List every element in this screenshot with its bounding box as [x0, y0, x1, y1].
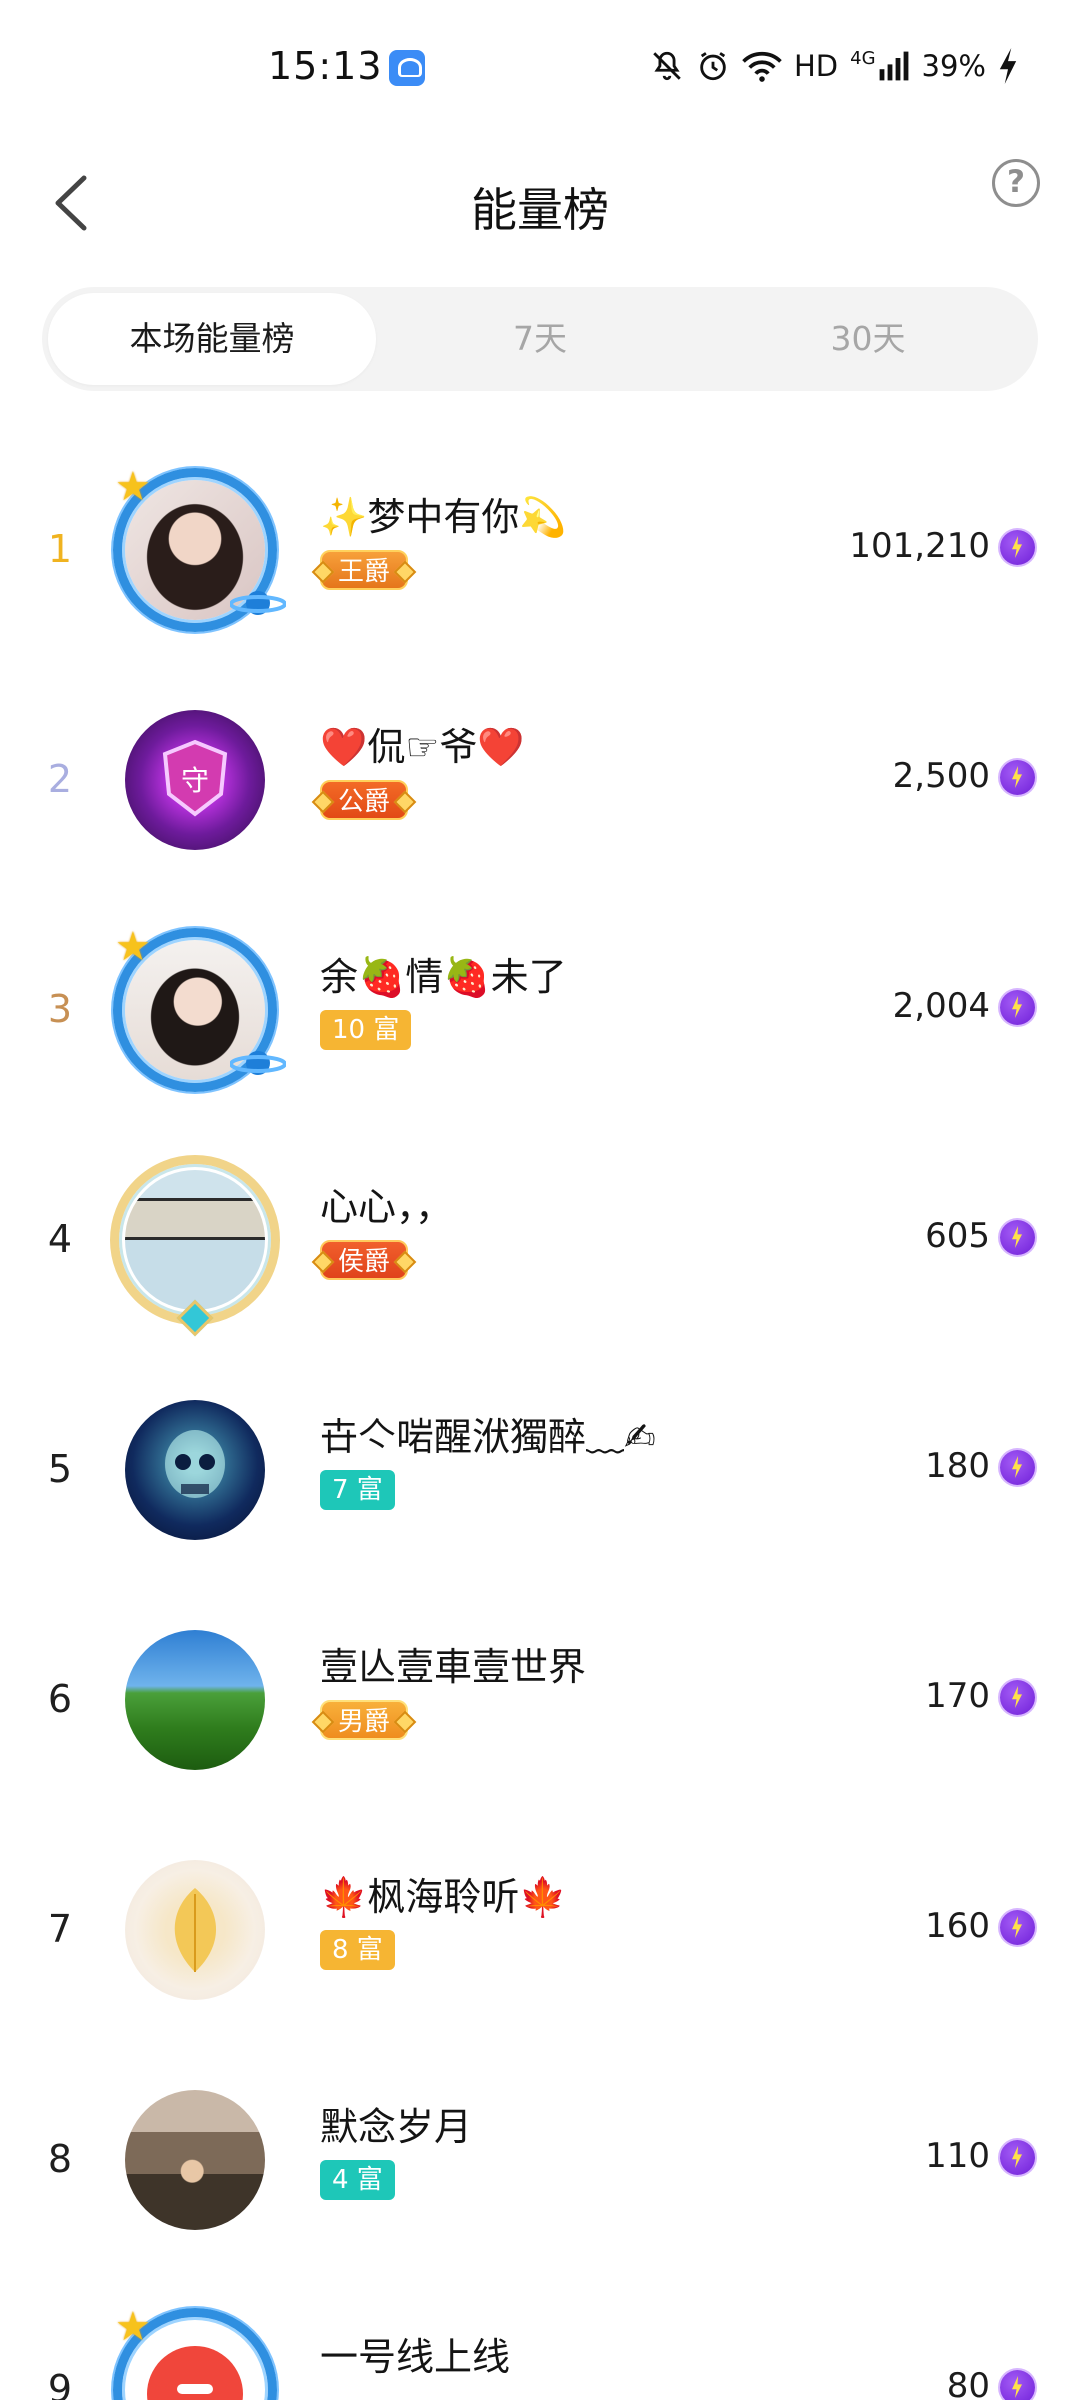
- user-name: 一号线上线: [320, 2335, 511, 2379]
- wealth-level-badge: 7 富: [320, 1470, 395, 1510]
- energy-score: 160: [925, 1906, 990, 1946]
- help-button[interactable]: ?: [992, 159, 1040, 207]
- leaf-icon: [174, 1888, 217, 1972]
- user-name: 🍁枫海聆听🍁: [320, 1875, 567, 1919]
- bell-muted-icon: [653, 51, 681, 81]
- rank-number: 1: [47, 527, 73, 571]
- alarm-icon: [700, 52, 726, 81]
- user-name: 余🍓情🍓未了: [320, 955, 567, 999]
- lightning-icon: [1000, 1220, 1035, 1255]
- lightning-icon: [1000, 1450, 1035, 1485]
- noble-badge: 王爵: [320, 550, 409, 590]
- rank-number: 9: [47, 2367, 73, 2400]
- noble-badge: 男爵: [320, 1700, 409, 1740]
- rank-number: 4: [47, 1217, 73, 1261]
- tab-current-session[interactable]: 本场能量榜: [48, 293, 376, 385]
- period-tabs: 本场能量榜 7天 30天: [42, 287, 1038, 391]
- status-bar: 15:13 HD 4G 39%: [0, 0, 1080, 136]
- wealth-level-badge: 8 富: [320, 1930, 395, 1970]
- app-notification-icon: [389, 50, 425, 86]
- avatar-image: [125, 2090, 265, 2230]
- lightning-icon: [1000, 990, 1035, 1025]
- energy-score: 80: [946, 2366, 990, 2400]
- user-name: ❤️侃☞爷❤️: [320, 725, 525, 769]
- ranking-row[interactable]: 6 壹亾壹車壹世界 男爵 170: [0, 1590, 1080, 1820]
- lightning-icon: [1000, 1680, 1035, 1715]
- guardian-text: 守: [181, 764, 209, 797]
- ranking-row[interactable]: 9 ★ 一号线上线 80: [0, 2280, 1080, 2400]
- ranking-row[interactable]: 3 ★ 余🍓情🍓未了 10 富 2,004: [0, 900, 1080, 1130]
- star-icon: ★: [115, 464, 151, 510]
- energy-score: 110: [925, 2136, 990, 2176]
- lightning-icon: [1000, 530, 1035, 565]
- network-label: 4G: [850, 48, 876, 69]
- energy-score: 170: [925, 1676, 990, 1716]
- header-bar: 能量榜 ?: [0, 136, 1080, 270]
- avatar[interactable]: [110, 1155, 280, 1337]
- avatar[interactable]: [110, 2075, 280, 2245]
- skull-icon: [165, 1430, 225, 1498]
- star-icon: ★: [115, 924, 151, 970]
- energy-score: 2,500: [892, 756, 990, 796]
- avatar[interactable]: [110, 1615, 280, 1785]
- avatar[interactable]: ★: [110, 924, 286, 1095]
- avatar[interactable]: ★: [110, 464, 286, 635]
- wealth-level-badge: 10 富: [320, 1010, 412, 1050]
- user-name: ✨梦中有你💫: [320, 495, 567, 539]
- energy-score: 101,210: [849, 526, 990, 566]
- ranking-row[interactable]: 8 默念岁月 4 富 110: [0, 2050, 1080, 2280]
- energy-score: 605: [925, 1216, 990, 1256]
- rank-number: 2: [47, 757, 73, 801]
- wifi-icon: [742, 51, 782, 82]
- tab-7-days[interactable]: 7天: [376, 293, 704, 385]
- avatar[interactable]: [110, 1385, 280, 1555]
- tab-30-days[interactable]: 30天: [704, 293, 1032, 385]
- lightning-icon: [1000, 1910, 1035, 1945]
- energy-score: 180: [925, 1446, 990, 1486]
- star-icon: ★: [115, 2304, 151, 2350]
- battery-percent: 39%: [921, 49, 986, 83]
- rank-number: 3: [47, 987, 73, 1031]
- wealth-level-badge: 4 富: [320, 2160, 395, 2200]
- ranking-list: 1 ★ ✨梦中有你💫 王爵 101,210 2 守 ❤️侃☞爷❤️ 公爵 2,5…: [0, 440, 1080, 2400]
- status-time: 15:13: [268, 44, 383, 88]
- rank-number: 5: [47, 1447, 73, 1491]
- rank-number: 8: [47, 2137, 73, 2181]
- planet-icon: [230, 591, 286, 615]
- ranking-row[interactable]: 4 心心，， 侯爵 605: [0, 1130, 1080, 1360]
- rank-number: 6: [47, 1677, 73, 1721]
- avatar[interactable]: [110, 1845, 280, 2015]
- signal-icon: [879, 51, 908, 81]
- ranking-row[interactable]: 5 卋亽啱醒洑獨醉﹏✍ 7 富 180: [0, 1360, 1080, 1590]
- avatar[interactable]: 守: [110, 695, 280, 865]
- page-title: 能量榜: [471, 183, 609, 237]
- ranking-row[interactable]: 1 ★ ✨梦中有你💫 王爵 101,210: [0, 440, 1080, 670]
- user-name: 心心，，: [320, 1185, 454, 1229]
- lightning-icon: [1000, 2370, 1035, 2400]
- avatar-image: [125, 1630, 265, 1770]
- ranking-row[interactable]: 7 🍁枫海聆听🍁 8 富 160: [0, 1820, 1080, 2050]
- avatar-image: 守: [125, 710, 265, 850]
- ranking-row[interactable]: 2 守 ❤️侃☞爷❤️ 公爵 2,500: [0, 670, 1080, 900]
- guardian-shield-icon: 守: [162, 739, 228, 817]
- lightning-icon: [1000, 2140, 1035, 2175]
- hd-label: HD: [793, 49, 839, 83]
- noble-badge: 侯爵: [320, 1240, 409, 1280]
- question-icon: ?: [1007, 164, 1025, 200]
- planet-icon: [230, 1051, 286, 1075]
- energy-score: 2,004: [892, 986, 990, 1026]
- user-name: 默念岁月: [320, 2105, 473, 2149]
- lightning-icon: [1000, 760, 1035, 795]
- avatar-image: [125, 1860, 265, 2000]
- status-icons: HD 4G 39%: [650, 46, 1018, 86]
- noble-badge: 公爵: [320, 780, 409, 820]
- avatar[interactable]: ★: [110, 2305, 280, 2400]
- charging-icon: [999, 48, 1017, 84]
- user-name: 卋亽啱醒洑獨醉﹏✍: [320, 1415, 656, 1459]
- rank-number: 7: [47, 1907, 73, 1951]
- avatar-image: [125, 1400, 265, 1540]
- user-name: 壹亾壹車壹世界: [320, 1645, 587, 1689]
